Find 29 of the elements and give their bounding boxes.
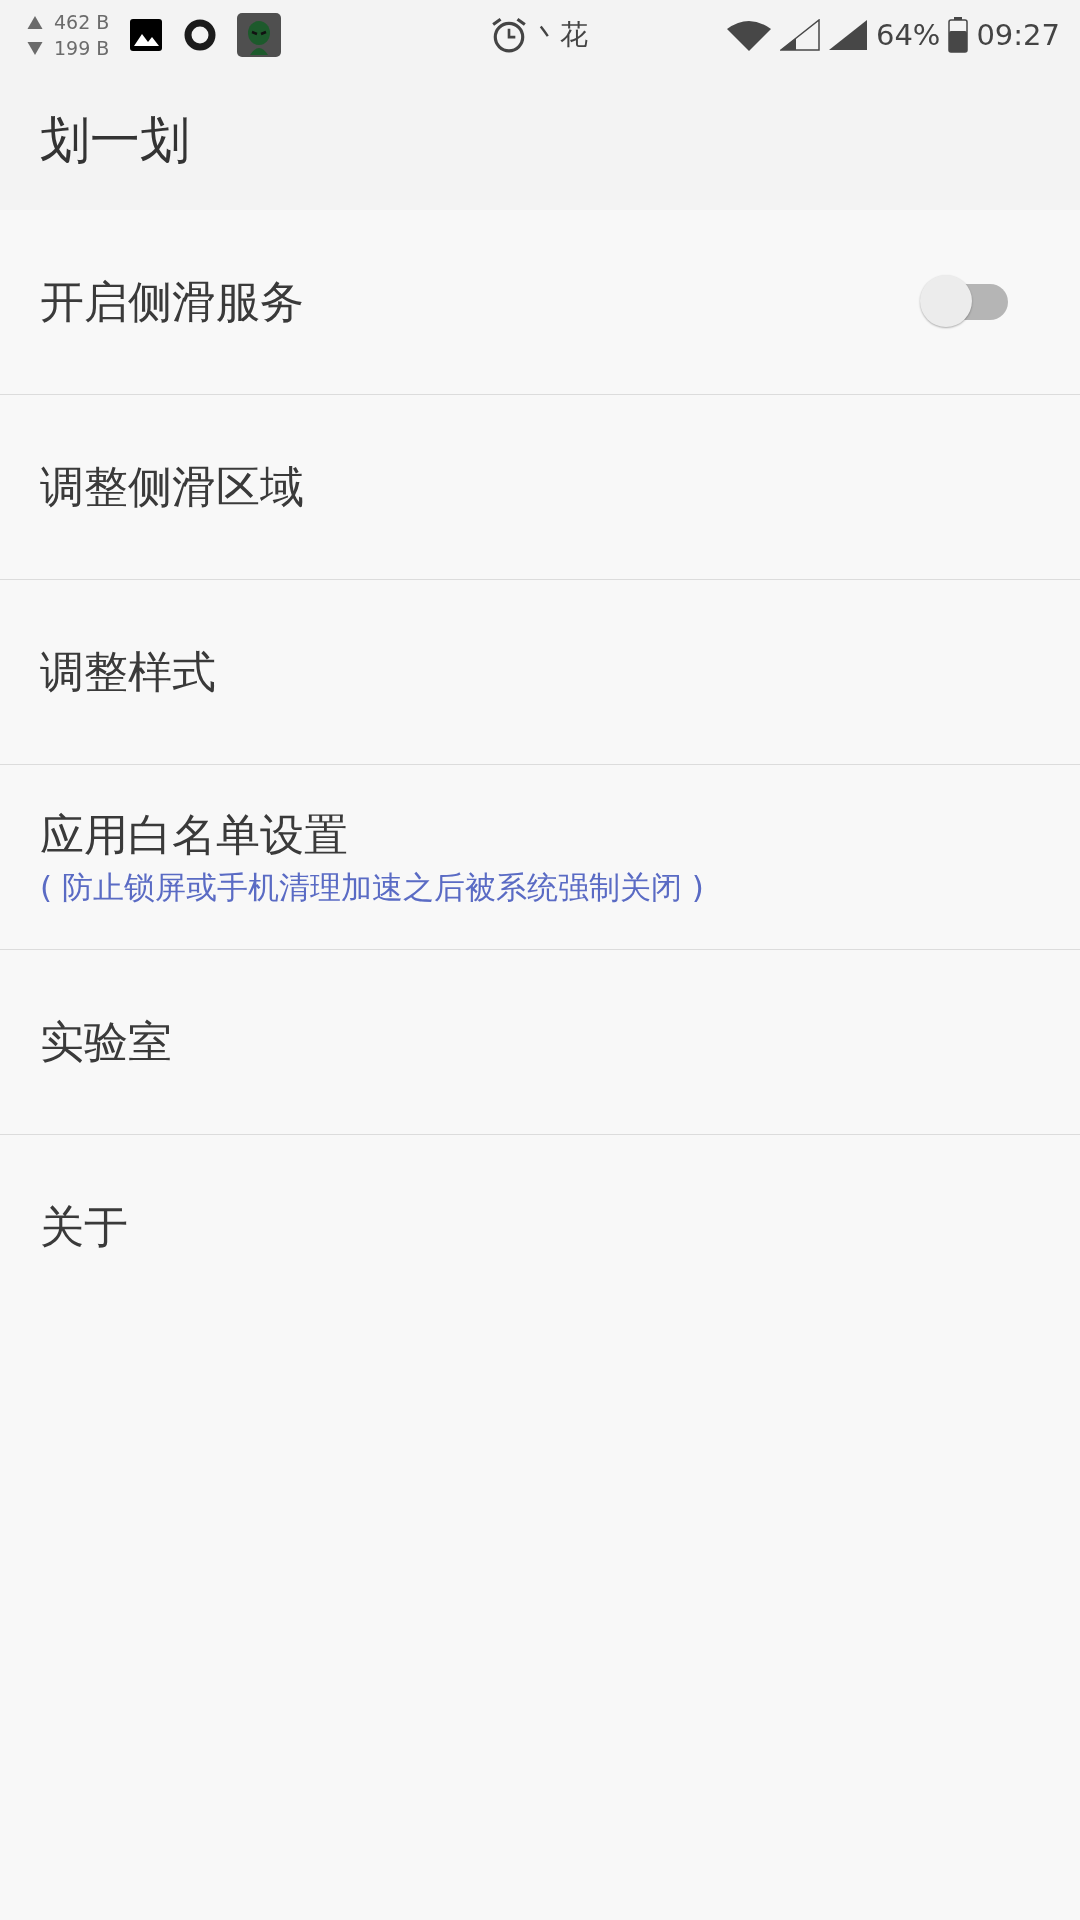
setting-label: 应用白名单设置 xyxy=(40,807,349,862)
battery-percent: 64% xyxy=(875,18,941,52)
settings-item[interactable]: 调整侧滑区域 xyxy=(0,395,1080,580)
clock-time: 09:27 xyxy=(976,18,1060,52)
alien-app-icon xyxy=(237,13,282,57)
image-icon xyxy=(129,18,164,52)
settings-item[interactable]: 实验室 xyxy=(0,950,1080,1135)
download-arrow-icon xyxy=(26,40,44,56)
settings-item[interactable]: 关于 xyxy=(0,1135,1080,1319)
setting-label: 调整样式 xyxy=(40,644,216,699)
carrier-name: 丶花 xyxy=(531,17,588,53)
setting-label: 关于 xyxy=(40,1199,128,1254)
setting-description: ( 防止锁屏或手机清理加速之后被系统强制关闭 ) xyxy=(40,867,704,907)
battery-icon xyxy=(948,17,969,53)
setting-label: 实验室 xyxy=(40,1014,172,1069)
settings-item[interactable]: 调整样式 xyxy=(0,580,1080,765)
setting-label: 开启侧滑服务 xyxy=(40,274,304,329)
upload-arrow-icon xyxy=(26,14,44,30)
settings-item[interactable]: 开启侧滑服务 xyxy=(0,210,1080,395)
ring-icon xyxy=(183,18,218,52)
alarm-clock-icon xyxy=(489,16,528,54)
upload-speed: 462 B xyxy=(54,10,110,34)
signal-icon xyxy=(827,19,868,51)
app-title: 划一划 xyxy=(40,109,190,171)
wifi-icon xyxy=(725,19,772,51)
signal-icon xyxy=(779,19,820,51)
download-speed: 199 B xyxy=(54,36,110,60)
settings-item[interactable]: 应用白名单设置 ( 防止锁屏或手机清理加速之后被系统强制关闭 ) xyxy=(0,765,1080,950)
setting-label: 调整侧滑区域 xyxy=(40,459,304,514)
